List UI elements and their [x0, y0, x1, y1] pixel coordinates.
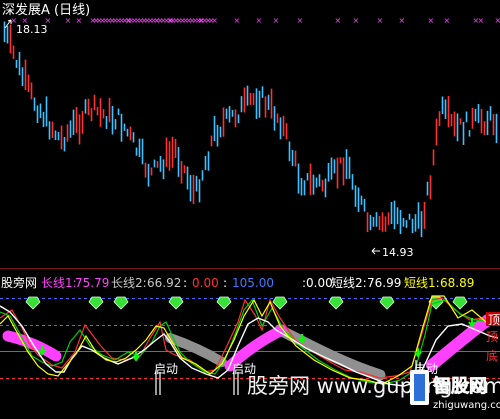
indicator-header: 股旁网 长线1: 75.79 长线2: 66.92 : 0.00 : 105.0… — [1, 275, 474, 290]
top-signal-marker: × — [76, 16, 83, 25]
top-signal-marker: × — [335, 16, 342, 25]
top-signal-marker: × — [198, 16, 205, 25]
down-arrow-icon — [415, 348, 421, 356]
stock-chart-window: 深发展A (日线) ××××××××××××××××××××××××××××××… — [0, 0, 500, 415]
gem-icon — [273, 297, 287, 309]
top-signal-marker: × — [211, 16, 218, 25]
logo-text: 智股网 — [433, 375, 487, 397]
high-price-label: 18.13 — [16, 23, 48, 36]
long1-value: 75.79 — [75, 276, 109, 290]
long2-value: 66.92 — [147, 276, 181, 290]
top-zone-label: 顶 — [488, 313, 500, 327]
gem-icon — [453, 297, 467, 309]
colon-sep-1: : — [183, 276, 187, 290]
bottom-zone-label: 底 — [486, 348, 498, 363]
high-price-annotation: 18.13 — [5, 20, 48, 36]
top-signal-marker: × — [126, 16, 133, 25]
indicator-name: 股旁网 — [1, 275, 37, 290]
top-signal-marker: × — [428, 16, 435, 25]
logo-mark-inner-icon — [414, 374, 425, 401]
gem-icon — [169, 297, 183, 309]
colon-sep-2: : — [223, 276, 227, 290]
watermark: 股旁网 www.gupang.com 智股网 zhiguwang.com — [247, 370, 500, 411]
long2-label: 长线2: — [111, 276, 147, 290]
top-signal-marker: × — [168, 16, 175, 25]
long2-band-1 — [170, 338, 222, 362]
low-price-label: 14.93 — [382, 246, 414, 259]
short2-label: 短线2: — [331, 276, 367, 290]
gem-icon — [26, 297, 40, 309]
gem-icon — [329, 297, 343, 309]
top-signal-marker: × — [377, 16, 384, 25]
top-zone-label-2: 顶 — [486, 330, 498, 344]
top-signal-marker: × — [256, 16, 263, 25]
chart-canvas[interactable]: 深发展A (日线) ××××××××××××××××××××××××××××××… — [0, 0, 500, 415]
top-signal-marker: × — [444, 16, 451, 25]
candlestick-series — [5, 22, 497, 238]
short2-value: 76.99 — [367, 276, 401, 290]
logo-subtext: zhiguwang.com — [433, 400, 500, 411]
top-signal-marker: × — [65, 16, 72, 25]
top-signal-marker: × — [353, 16, 360, 25]
top-signal-marker: × — [154, 16, 161, 25]
top-signal-marker: × — [478, 16, 485, 25]
gem-icon — [380, 297, 394, 309]
long1-band-1 — [8, 336, 56, 356]
top-line-value: 105.00 — [232, 276, 274, 290]
gem-icon — [114, 297, 128, 309]
top-signal-marker: × — [495, 16, 500, 25]
short1-label: 短线1: — [404, 276, 440, 290]
short1-value: 68.89 — [440, 276, 474, 290]
zero-line-number: 0.00 — [306, 276, 333, 290]
start-label: 启动 — [154, 362, 178, 376]
top-signal-marker: × — [273, 16, 280, 25]
top-signal-marker: × — [234, 16, 241, 25]
gem-icon — [217, 297, 231, 309]
long1-label: 长线1: — [41, 276, 77, 290]
candlestick-panel[interactable]: 深发展A (日线) ××××××××××××××××××××××××××××××… — [2, 2, 500, 259]
low-price-annotation: 14.93 — [372, 246, 414, 259]
low-arrow-icon — [372, 248, 380, 254]
long1-band-3 — [432, 320, 488, 365]
top-signal-marker: × — [399, 16, 406, 25]
site-logo: 智股网 zhiguwang.com — [410, 370, 500, 411]
top-signal-marker: × — [297, 16, 304, 25]
zero-line-value: :0.00 — [302, 276, 333, 290]
gem-icon — [89, 297, 103, 309]
bottom-line-value: 0.00 — [192, 276, 219, 290]
